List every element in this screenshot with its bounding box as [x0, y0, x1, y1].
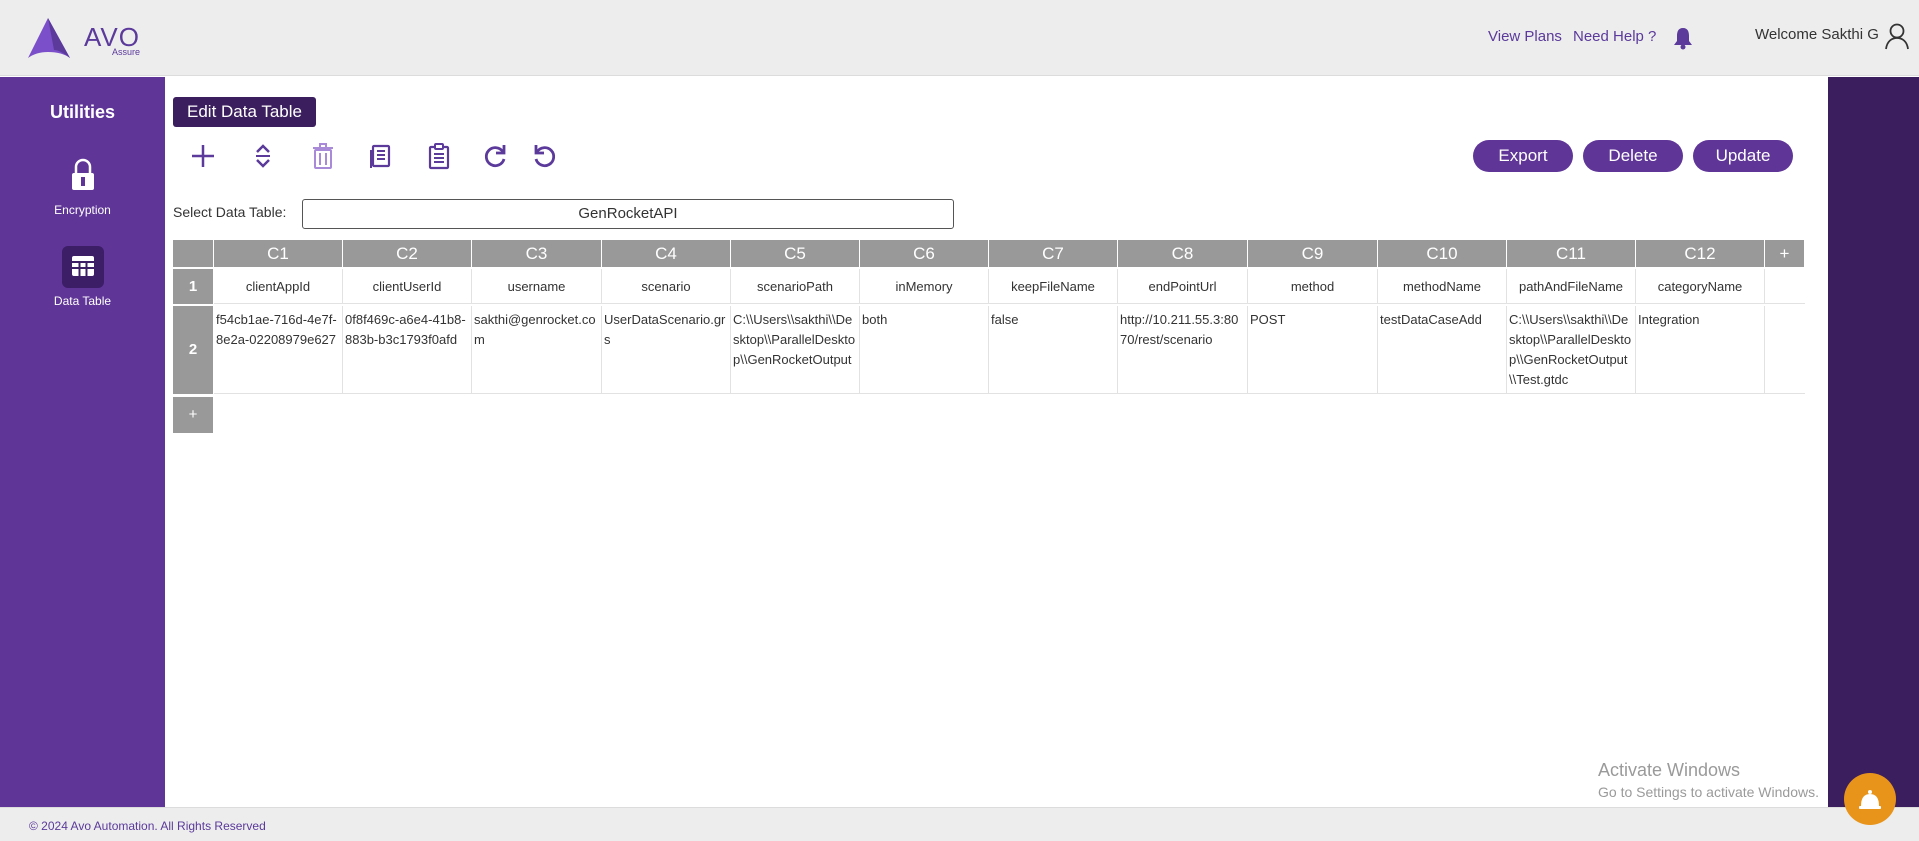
- table-cell[interactable]: false: [989, 306, 1118, 394]
- sidebar-item-label: Encryption: [54, 203, 111, 217]
- table-cell[interactable]: inMemory: [860, 269, 989, 304]
- move-icon[interactable]: [249, 142, 277, 170]
- column-header[interactable]: C7: [989, 240, 1117, 267]
- table-cell[interactable]: clientAppId: [214, 269, 343, 304]
- column-header[interactable]: C8: [1118, 240, 1247, 267]
- row-number[interactable]: 1: [173, 269, 213, 304]
- copy-icon[interactable]: [367, 142, 395, 170]
- delete-button[interactable]: Delete: [1583, 140, 1683, 172]
- select-table-label: Select Data Table:: [173, 204, 287, 220]
- sidebar-item-data-table[interactable]: Data Table: [0, 246, 165, 308]
- table-cell[interactable]: method: [1248, 269, 1378, 304]
- grid-corner: [173, 240, 213, 267]
- column-header[interactable]: C1: [214, 240, 342, 267]
- column-header[interactable]: C9: [1248, 240, 1377, 267]
- add-column-button[interactable]: +: [1765, 240, 1804, 267]
- table-cell[interactable]: http://10.211.55.3:8070/rest/scenario: [1118, 306, 1248, 394]
- need-help-link[interactable]: Need Help ?: [1573, 28, 1656, 45]
- column-header[interactable]: C4: [602, 240, 730, 267]
- page-title: Edit Data Table: [173, 97, 316, 127]
- table-cell[interactable]: testDataCaseAdd: [1378, 306, 1507, 394]
- bell-bot-icon: [1859, 790, 1881, 809]
- data-table-select[interactable]: GenRocketAPI: [302, 199, 954, 229]
- table-cell[interactable]: categoryName: [1636, 269, 1765, 304]
- table-cell[interactable]: POST: [1248, 306, 1378, 394]
- copyright-text: © 2024 Avo Automation. All Rights Reserv…: [29, 819, 266, 833]
- lock-icon: [71, 158, 94, 190]
- table-cell[interactable]: Integration: [1636, 306, 1765, 394]
- undo-icon[interactable]: [531, 142, 559, 170]
- table-cell[interactable]: methodName: [1378, 269, 1507, 304]
- bell-icon[interactable]: [1672, 26, 1694, 50]
- table-cell[interactable]: C:\\Users\\sakthi\\Desktop\\ParallelDesk…: [731, 306, 860, 394]
- update-button[interactable]: Update: [1693, 140, 1793, 172]
- column-header[interactable]: C6: [860, 240, 988, 267]
- column-header[interactable]: C12: [1636, 240, 1764, 267]
- column-header[interactable]: C10: [1378, 240, 1506, 267]
- logo-subtitle: Assure: [112, 47, 141, 57]
- table-cell[interactable]: 0f8f469c-a6e4-41b8-883b-b3c1793f0afd: [343, 306, 472, 394]
- table-cell[interactable]: UserDataScenario.grs: [602, 306, 731, 394]
- row-number[interactable]: 2: [173, 306, 213, 394]
- export-button[interactable]: Export: [1473, 140, 1573, 172]
- paste-icon[interactable]: [425, 142, 453, 170]
- add-row-button[interactable]: +: [173, 397, 213, 433]
- table-cell[interactable]: C:\\Users\\sakthi\\Desktop\\ParallelDesk…: [1507, 306, 1636, 394]
- sidebar-item-label: Data Table: [53, 294, 112, 308]
- table-cell[interactable]: username: [472, 269, 602, 304]
- sidebar-item-encryption[interactable]: Encryption: [0, 158, 165, 217]
- trash-icon[interactable]: [309, 142, 337, 170]
- welcome-text: Welcome Sakthi G: [1755, 26, 1879, 43]
- add-icon[interactable]: [189, 142, 217, 170]
- sidebar-title: Utilities: [49, 102, 115, 122]
- redo-icon[interactable]: [481, 142, 509, 170]
- column-header[interactable]: C11: [1507, 240, 1635, 267]
- table-cell[interactable]: scenarioPath: [731, 269, 860, 304]
- table-icon: [61, 246, 104, 288]
- user-icon[interactable]: [1884, 22, 1910, 50]
- app-header: AVO Assure View Plans Need Help ? Welcom…: [0, 0, 1919, 76]
- table-cell[interactable]: keepFileName: [989, 269, 1118, 304]
- table-cell[interactable]: both: [860, 306, 989, 394]
- table-cell-empty[interactable]: [1765, 269, 1805, 304]
- column-header[interactable]: C5: [731, 240, 859, 267]
- column-header[interactable]: C3: [472, 240, 601, 267]
- table-cell[interactable]: clientUserId: [343, 269, 472, 304]
- table-cell[interactable]: pathAndFileName: [1507, 269, 1636, 304]
- column-header[interactable]: C2: [343, 240, 471, 267]
- help-bot-button[interactable]: [1844, 773, 1896, 825]
- view-plans-link[interactable]: View Plans: [1488, 28, 1562, 45]
- activate-windows-watermark: Activate Windows Go to Settings to activ…: [1598, 760, 1819, 800]
- footer: © 2024 Avo Automation. All Rights Reserv…: [0, 807, 1919, 841]
- activate-subtitle: Go to Settings to activate Windows.: [1598, 784, 1819, 800]
- table-cell[interactable]: endPointUrl: [1118, 269, 1248, 304]
- table-cell-empty[interactable]: [1765, 306, 1805, 394]
- table-cell[interactable]: f54cb1ae-716d-4e7f-8e2a-02208979e627: [214, 306, 343, 394]
- activate-title: Activate Windows: [1598, 760, 1741, 780]
- right-panel-stripe: [1828, 77, 1919, 807]
- table-cell[interactable]: scenario: [602, 269, 731, 304]
- table-cell[interactable]: sakthi@genrocket.com: [472, 306, 602, 394]
